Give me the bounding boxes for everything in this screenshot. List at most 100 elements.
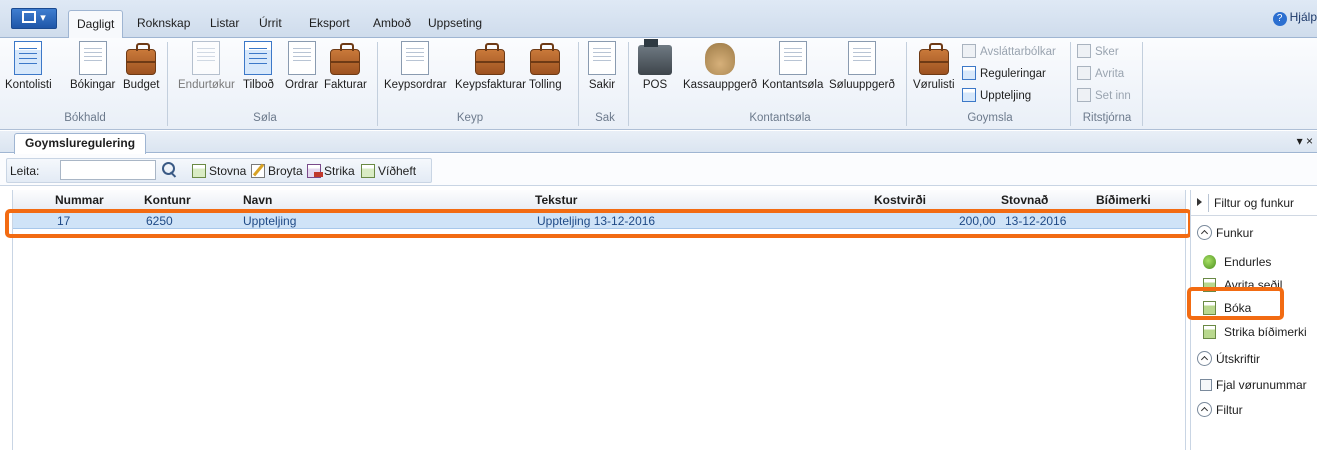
column-header-kostvirdi[interactable]: Kostvirði — [874, 193, 926, 207]
ordrar-button[interactable]: Ordrar — [285, 41, 318, 91]
column-header-navn[interactable]: Navn — [243, 193, 272, 207]
endurtokur-button[interactable]: Endurtøkur — [178, 41, 235, 91]
fjal-vorunummar-label: Fjal vørunummar — [1216, 378, 1307, 392]
fjal-vorunummar-checkbox[interactable]: Fjal vørunummar — [1200, 376, 1307, 394]
section-funkur[interactable]: Funkur — [1197, 224, 1253, 242]
kontolisti-button[interactable]: Kontolisti — [5, 41, 52, 91]
group-separator — [628, 42, 629, 126]
strika-button[interactable]: Strika — [307, 162, 355, 180]
avrita-sedil-action[interactable]: Avrita seðil — [1203, 276, 1282, 294]
stovna-button[interactable]: Stovna — [192, 162, 246, 180]
group-separator — [1070, 42, 1071, 126]
toolbar: Leita: Stovna Broyta Strika Víðheft — [0, 154, 1317, 186]
tab-dagligt[interactable]: Dagligt — [68, 10, 124, 39]
column-header-stovnad[interactable]: Stovnað — [1001, 193, 1048, 207]
tab-urrit[interactable]: Úrrit — [251, 10, 290, 38]
column-header-tekstur[interactable]: Tekstur — [535, 193, 577, 207]
boka-action[interactable]: Bóka — [1203, 299, 1251, 317]
tab-eksport[interactable]: Eksport — [301, 10, 358, 38]
money-bag-icon — [705, 43, 736, 75]
uppteljing-label: Uppteljing — [980, 90, 1032, 102]
section-filtur[interactable]: Filtur — [1197, 401, 1243, 419]
strika-bidimerki-action[interactable]: Strika bíðimerki — [1203, 323, 1307, 341]
vidheft-button[interactable]: Víðheft — [361, 162, 416, 180]
column-header-bidimerki[interactable]: Bíðimerki — [1096, 193, 1151, 207]
search-input[interactable] — [60, 160, 156, 180]
document-icon — [1203, 278, 1216, 292]
budget-button[interactable]: Budget — [123, 41, 159, 91]
list-icon — [962, 66, 976, 80]
cell-kostvirdi: 200,00 — [959, 214, 996, 228]
tab-goymsluregulering[interactable]: Goymsluregulering — [14, 133, 147, 154]
new-record-icon — [192, 164, 206, 178]
avslattarbolkar-button[interactable]: Avsláttarbólkar — [962, 43, 1056, 62]
sker-button[interactable]: Sker — [1077, 43, 1119, 62]
group-separator — [167, 42, 168, 126]
vorulisti-button[interactable]: Vørulisti — [913, 41, 955, 91]
reguleringar-button[interactable]: Reguleringar — [962, 65, 1046, 84]
endurles-action[interactable]: Endurles — [1203, 253, 1271, 271]
broyta-button[interactable]: Broyta — [251, 162, 303, 180]
collapse-icon — [1197, 402, 1212, 417]
attachment-icon — [361, 164, 375, 178]
tolling-button[interactable]: Tolling — [529, 41, 562, 91]
boka-label: Bóka — [1224, 301, 1252, 315]
vorulisti-label: Vørulisti — [913, 79, 955, 91]
ordrar-label: Ordrar — [285, 79, 319, 91]
cash-register-icon — [638, 39, 672, 75]
application-menu-button[interactable]: ▾ — [11, 8, 57, 29]
keypsordrar-button[interactable]: Keypsordrar — [384, 41, 447, 91]
document-icon — [78, 41, 107, 75]
pos-button[interactable]: POS — [638, 39, 672, 91]
list-icon — [962, 88, 976, 102]
avrita-button[interactable]: Avrita — [1077, 65, 1124, 84]
document-icon — [1203, 301, 1216, 315]
search-icon[interactable] — [161, 161, 177, 177]
section-utskriftir[interactable]: Útskriftir — [1197, 350, 1260, 368]
kontantsola-button[interactable]: Kontantsøla — [762, 41, 823, 91]
table-row[interactable]: 17 6250 Uppteljing Uppteljing 13-12-2016… — [13, 211, 1185, 229]
uppteljing-button[interactable]: Uppteljing — [962, 87, 1031, 106]
document-icon — [401, 41, 430, 75]
set-inn-label: Set inn — [1095, 90, 1131, 102]
tab-menu-close-button[interactable]: ▾ × — [1297, 134, 1313, 148]
stovna-label: Stovna — [209, 164, 247, 178]
group-label-sola: Søla — [253, 112, 277, 124]
tab-listar[interactable]: Listar — [202, 10, 247, 38]
sakir-button[interactable]: Sakir — [588, 41, 616, 91]
column-header-nummar[interactable]: Nummar — [55, 193, 104, 207]
group-separator — [578, 42, 579, 126]
help-button[interactable]: ? Hjálp — [1272, 10, 1317, 26]
filter-functions-panel: Filtur og funkur Funkur Endurles Avrita … — [1190, 190, 1317, 450]
cell-nummar: 17 — [57, 214, 71, 228]
document-icon — [192, 41, 221, 75]
copy-icon — [1077, 66, 1091, 80]
list-icon — [14, 41, 43, 75]
tilbod-label: Tilboð — [243, 79, 274, 91]
sakir-label: Sakir — [588, 79, 616, 91]
keypsfakturar-button[interactable]: Keypsfakturar — [455, 41, 526, 91]
tab-roknskap[interactable]: Roknskap — [129, 10, 198, 38]
briefcase-icon — [530, 43, 561, 75]
bokingar-button[interactable]: Bókingar — [70, 41, 115, 91]
briefcase-icon — [126, 43, 157, 75]
refresh-icon — [1203, 255, 1216, 269]
soluuppgerd-button[interactable]: Søluuppgerð — [829, 41, 895, 91]
document-icon — [588, 41, 616, 75]
column-header-kontunr[interactable]: Kontunr — [144, 193, 191, 207]
menu-bar: ▾ Dagligt Roknskap Listar Úrrit Eksport … — [0, 0, 1317, 39]
set-inn-button[interactable]: Set inn — [1077, 87, 1131, 106]
tilbod-button[interactable]: Tilboð — [243, 41, 274, 91]
help-label: Hjálp — [1289, 10, 1317, 24]
endurtokur-label: Endurtøkur — [178, 79, 235, 91]
tab-uppseting[interactable]: Uppseting — [420, 10, 490, 38]
fakturar-button[interactable]: Fakturar — [324, 41, 367, 91]
tab-ambod[interactable]: Amboð — [365, 10, 419, 38]
briefcase-icon — [475, 43, 506, 75]
kassauppgerd-button[interactable]: Kassauppgerð — [683, 41, 757, 91]
kontolisti-label: Kontolisti — [5, 79, 52, 91]
avrita-sedil-label: Avrita seðil — [1224, 278, 1283, 292]
document-icon — [287, 41, 316, 75]
avslattarbolkar-label: Avsláttarbólkar — [980, 46, 1056, 58]
panel-header[interactable]: Filtur og funkur — [1191, 190, 1317, 216]
